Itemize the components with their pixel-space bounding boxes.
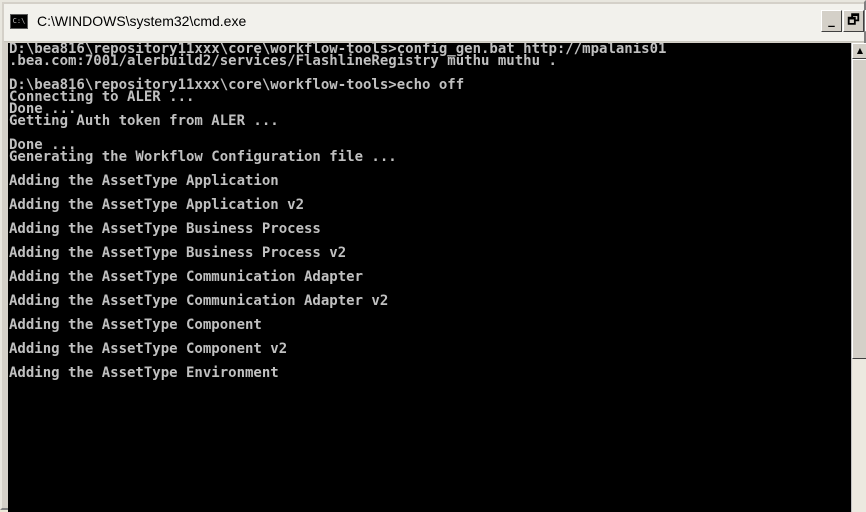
console-line: Adding the AssetType Communication Adapt…	[9, 293, 389, 309]
console-line: Adding the AssetType Application v2	[9, 197, 305, 213]
scroll-up-arrow-icon[interactable]: ▲	[852, 43, 866, 59]
console-line: Getting Auth token from ALER ...	[9, 113, 279, 129]
maximize-button[interactable]: 🗗	[843, 10, 864, 32]
console-line: Adding the AssetType Component	[9, 317, 262, 333]
console-line: .bea.com:7001/alerbuild2/services/Flashl…	[9, 53, 557, 69]
scroll-thumb[interactable]	[852, 59, 866, 359]
console-line: Adding the AssetType Communication Adapt…	[9, 269, 364, 285]
vertical-scrollbar[interactable]: ▲	[851, 43, 866, 512]
console-app-icon: C:\	[10, 14, 28, 29]
console-line: Adding the AssetType Application	[9, 173, 279, 189]
minimize-button[interactable]: _	[821, 10, 842, 32]
console-output[interactable]: D:\bea816\repository11xxx\core\workflow-…	[8, 43, 851, 512]
console-line: Adding the AssetType Business Process	[9, 221, 321, 237]
title-bar[interactable]: C:\ C:\WINDOWS\system32\cmd.exe _ 🗗 x	[4, 4, 866, 42]
console-line: Adding the AssetType Component v2	[9, 341, 288, 357]
console-line: Adding the AssetType Environment	[9, 365, 279, 381]
console-text: D:\bea816\repository11xxx\core\workflow-…	[9, 43, 666, 381]
window-title: C:\WINDOWS\system32\cmd.exe	[37, 13, 247, 29]
console-line: Adding the AssetType Business Process v2	[9, 245, 347, 261]
cmd-window: C:\ C:\WINDOWS\system32\cmd.exe _ 🗗 x D:…	[0, 0, 866, 512]
console-line: Generating the Workflow Configuration fi…	[9, 149, 397, 165]
